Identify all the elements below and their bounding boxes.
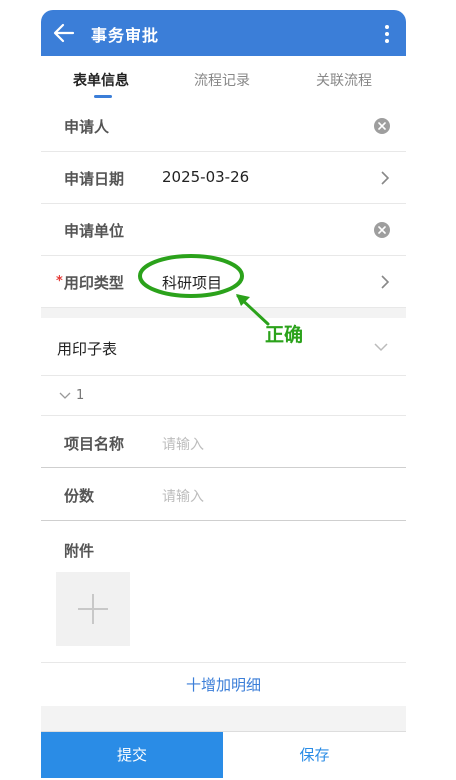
subtable-item-toggle[interactable]: 1 [41, 376, 406, 416]
applicant-label: 申请人 [64, 118, 110, 136]
plus-icon [78, 594, 108, 624]
add-detail-button[interactable]: 十增加明细 [41, 662, 406, 706]
tab-related-process[interactable]: 关联流程 [316, 70, 372, 90]
required-mark: * [56, 274, 63, 289]
apply-date-row[interactable]: 申请日期 2025-03-26 [41, 152, 406, 204]
more-vertical-icon[interactable] [384, 24, 390, 44]
tab-form-info[interactable]: 表单信息 [73, 70, 129, 90]
subtable-header[interactable]: 用印子表 [41, 318, 406, 376]
active-tab-indicator [94, 95, 112, 98]
section-gap [41, 308, 406, 318]
app-header: 事务审批 [41, 10, 406, 56]
attachment-label: 附件 [64, 542, 95, 560]
apply-date-label: 申请日期 [64, 170, 125, 188]
submit-button[interactable]: 提交 [41, 732, 223, 778]
project-name-row[interactable]: 项目名称 请输入 [41, 416, 406, 468]
chevron-right-icon [381, 171, 390, 185]
subtable-title: 用印子表 [57, 340, 118, 358]
subtable-item-index: 1 [76, 388, 85, 403]
save-button[interactable]: 保存 [223, 732, 406, 778]
page-title: 事务审批 [91, 26, 160, 45]
clear-icon[interactable] [374, 118, 390, 134]
chevron-right-icon [381, 275, 390, 289]
copies-row[interactable]: 份数 请输入 [41, 468, 406, 521]
copies-input[interactable]: 请输入 [162, 486, 204, 506]
applicant-row[interactable]: 申请人 [41, 102, 406, 152]
upload-button[interactable] [56, 572, 130, 646]
chevron-down-icon [59, 392, 71, 399]
project-name-label: 项目名称 [64, 435, 125, 453]
clear-icon[interactable] [374, 222, 390, 238]
footer-bar: 提交 保存 [41, 731, 406, 778]
project-name-input[interactable]: 请输入 [162, 434, 204, 454]
apply-unit-label: 申请单位 [64, 222, 125, 240]
apply-unit-row[interactable]: 申请单位 [41, 204, 406, 256]
seal-type-label: *用印类型 [56, 272, 124, 293]
apply-date-value: 2025-03-26 [162, 168, 250, 186]
tab-process-record[interactable]: 流程记录 [194, 70, 250, 90]
footer-gap [41, 706, 406, 731]
seal-type-label-text: 用印类型 [63, 274, 124, 292]
tab-bar: 表单信息 流程记录 关联流程 [41, 56, 406, 102]
back-arrow-icon[interactable] [53, 23, 75, 43]
copies-label: 份数 [64, 487, 95, 505]
chevron-down-icon[interactable] [374, 343, 388, 352]
phone-screen: 事务审批 表单信息 流程记录 关联流程 申请人 申请日期 2025-03-26 … [41, 10, 406, 778]
annotation-label: 正确 [265, 324, 304, 346]
